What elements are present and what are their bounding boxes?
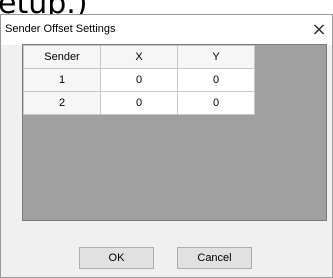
table-header-row: Sender X Y [23,45,255,69]
table-row: 1 0 0 [23,68,255,92]
sender-cell[interactable]: 1 [23,68,101,92]
column-header-sender[interactable]: Sender [23,45,101,69]
ok-button[interactable]: OK [79,247,154,269]
dialog-title: Sender Offset Settings [5,23,116,35]
y-cell[interactable]: 0 [177,91,255,115]
x-cell[interactable]: 0 [100,91,178,115]
column-header-x[interactable]: X [100,45,178,69]
x-cell[interactable]: 0 [100,68,178,92]
title-bar: Sender Offset Settings × [1,15,332,45]
offset-grid: Sender X Y 1 0 0 2 0 0 [22,44,327,221]
offset-table: Sender X Y 1 0 0 2 0 0 [23,45,255,115]
close-icon[interactable]: × [306,15,332,45]
column-header-y[interactable]: Y [177,45,255,69]
cancel-button[interactable]: Cancel [177,247,252,269]
y-cell[interactable]: 0 [177,68,255,92]
table-row: 2 0 0 [23,91,255,115]
sender-cell[interactable]: 2 [23,91,101,115]
